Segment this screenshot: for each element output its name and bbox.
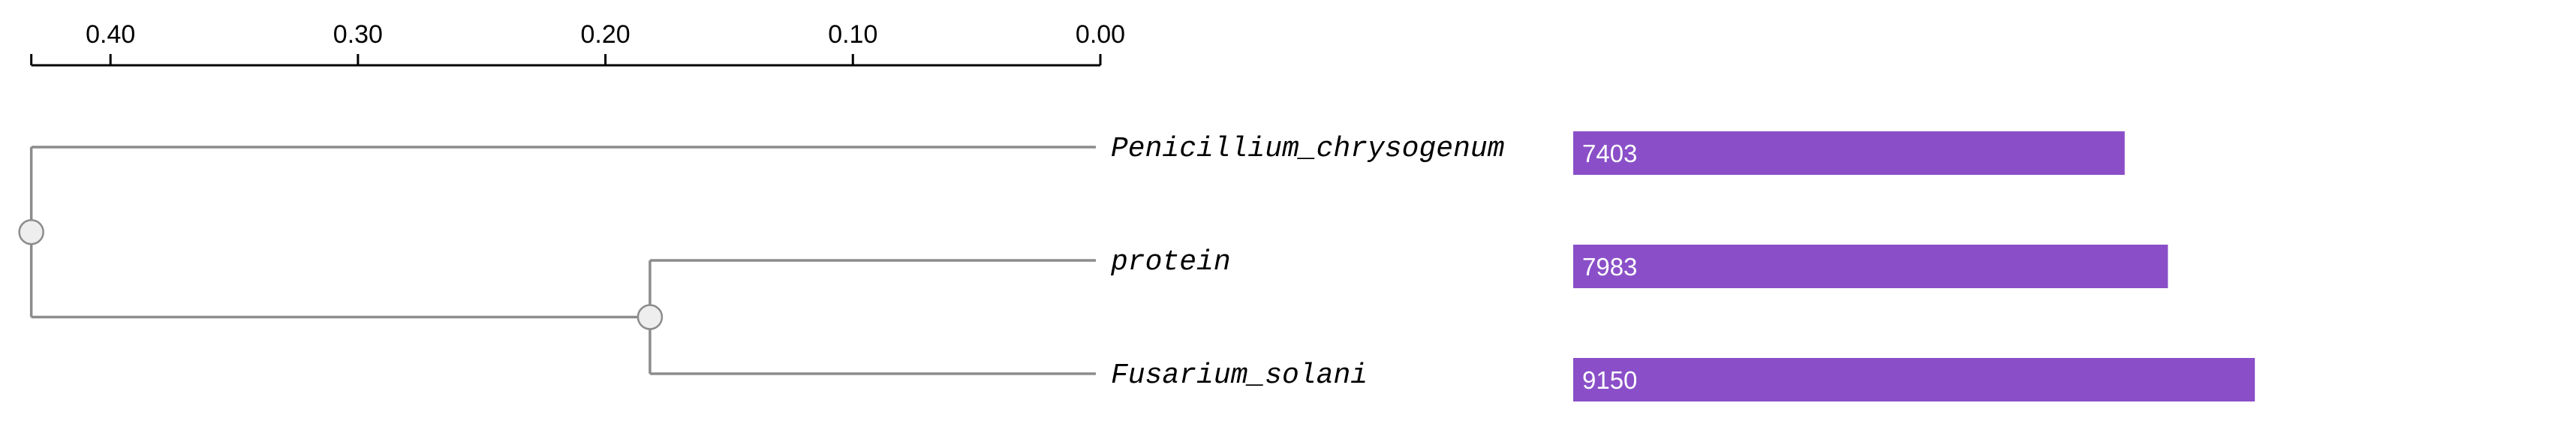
- distance-scale-axis: 0.40 0.30 0.20 0.10 0.00: [30, 20, 1125, 67]
- internal-node: [636, 304, 664, 330]
- axis-tick-label: 0.00: [1076, 20, 1125, 49]
- bar-value-label: 9150: [1582, 366, 1637, 394]
- root-node: [18, 219, 44, 245]
- leaf-label: Penicillium_chrysogenum: [1111, 133, 1505, 165]
- value-bar: [1573, 131, 2125, 175]
- axis-tick-label: 0.30: [333, 20, 383, 49]
- axis-tick-label: 0.10: [828, 20, 877, 49]
- leaf-label: Fusarium_solani: [1111, 359, 1368, 392]
- leaf-label: protein: [1110, 246, 1231, 278]
- tree-branches: [18, 146, 1096, 375]
- bar-value-label: 7983: [1582, 253, 1637, 281]
- value-bars: 7403 7983 9150: [1573, 131, 2256, 401]
- axis-tick-label: 0.40: [86, 20, 135, 49]
- value-bar: [1573, 358, 2256, 401]
- value-bar: [1573, 245, 2168, 288]
- phylogenetic-tree-figure: 0.40 0.30 0.20 0.10 0.00 Penicillium_chrysog…: [18, 20, 2256, 401]
- bar-value-label: 7403: [1582, 140, 1637, 167]
- leaf-labels: Penicillium_chrysogenumprotein Fusarium_s…: [1110, 133, 1505, 392]
- axis-tick-label: 0.20: [581, 20, 630, 49]
